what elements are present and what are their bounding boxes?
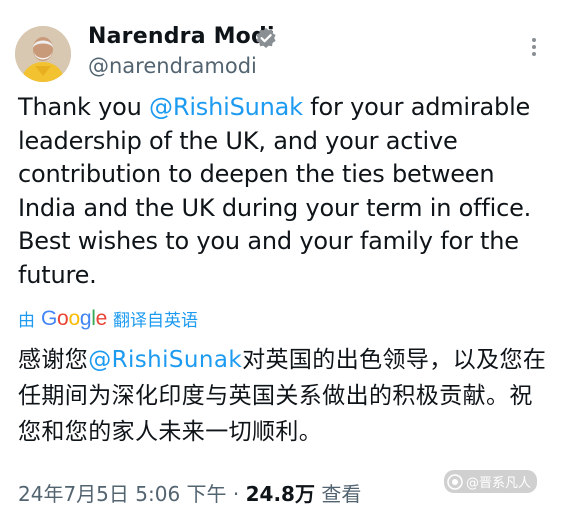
watermark: @晋系凡人: [444, 470, 538, 493]
translation-suffix: 翻译自英语: [112, 311, 198, 331]
tweet-text-start: Thank you: [18, 93, 150, 121]
avatar[interactable]: [15, 26, 71, 82]
meta-separator: ·: [232, 482, 240, 506]
google-logo: Google: [41, 306, 107, 330]
tweet-text: Thank you @RishiSunak for your admirable…: [18, 91, 553, 292]
views-label: 查看: [321, 482, 362, 506]
translated-mention-link[interactable]: @RishiSunak: [88, 347, 242, 373]
translation-attribution[interactable]: 由 Google 翻译自英语: [18, 306, 198, 332]
profile-photo-icon: [15, 26, 71, 82]
display-name[interactable]: Narendra Modi: [88, 24, 275, 49]
tweet-card: Narendra Modi @narendramodi Thank you @R…: [0, 0, 561, 506]
tweet-date[interactable]: 24年7月5日: [18, 482, 129, 506]
mention-link[interactable]: @RishiSunak: [149, 93, 303, 121]
more-options-icon[interactable]: [524, 36, 544, 58]
verified-badge-icon: [256, 28, 276, 48]
tweet-time[interactable]: 5:06 下午: [135, 482, 226, 506]
watermark-text: @晋系凡人: [466, 476, 532, 491]
handle[interactable]: @narendramodi: [88, 54, 257, 78]
translated-text-start: 感谢您: [18, 347, 89, 373]
tweet-meta: 24年7月5日 5:06 下午 · 24.8万 查看: [18, 478, 361, 507]
views-count: 24.8万: [245, 482, 315, 506]
translation-prefix: 由: [18, 311, 35, 331]
watermark-logo-icon: [447, 473, 463, 490]
translated-text: 感谢您@RishiSunak对英国的出色领导，以及您在任期间为深化印度与英国关系…: [18, 342, 553, 450]
tweet-text-end: for your admirable leadership of the UK,…: [18, 93, 532, 289]
